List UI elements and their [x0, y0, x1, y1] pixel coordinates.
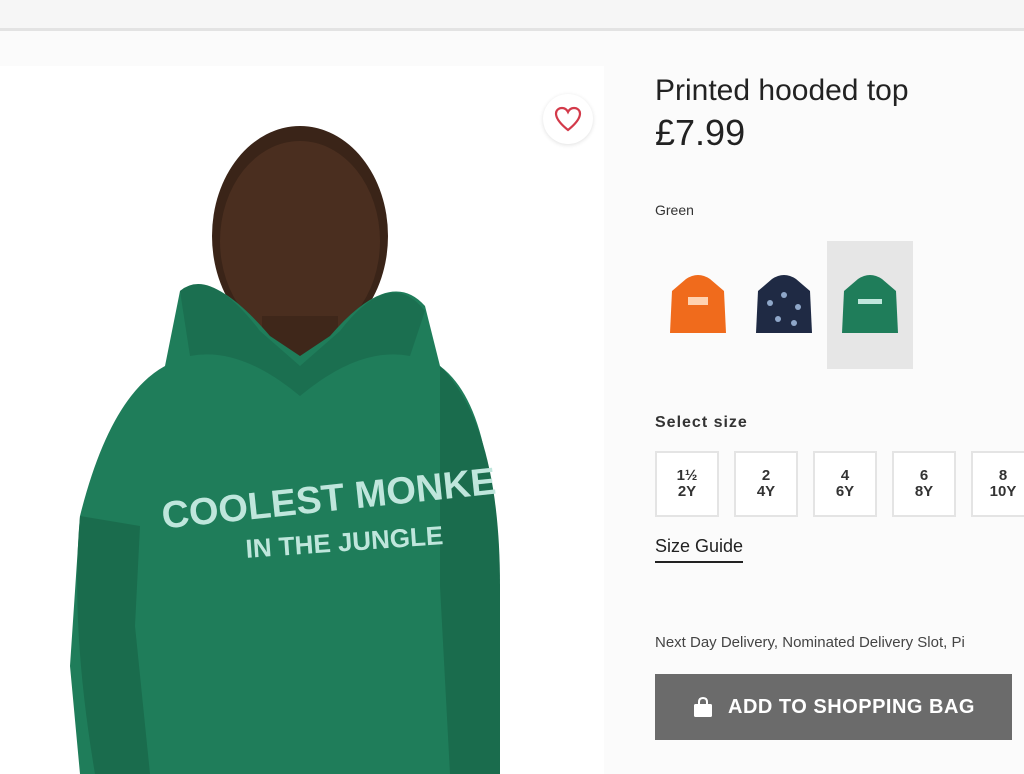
green-hoodie-thumbnail: [842, 275, 898, 333]
top-bar: [0, 0, 1024, 31]
size-top: 6: [919, 466, 929, 484]
size-option[interactable]: 1½ 2Y: [655, 451, 719, 517]
swatch-green[interactable]: [827, 241, 913, 369]
heart-icon: [554, 106, 582, 132]
size-option[interactable]: 2 4Y: [734, 451, 798, 517]
shopping-bag-icon: [692, 696, 714, 718]
size-bottom: 8Y: [914, 483, 934, 500]
product-title: Printed hooded top: [655, 74, 909, 107]
size-top: 2: [761, 466, 771, 484]
select-size-label: Select size: [655, 414, 748, 431]
size-top: 1½: [676, 466, 698, 484]
selected-color-label: Green: [655, 202, 694, 218]
size-bottom: 6Y: [835, 483, 855, 500]
wishlist-button[interactable]: [543, 94, 593, 144]
size-option[interactable]: 8 10Y: [971, 451, 1024, 517]
size-bottom: 4Y: [756, 483, 776, 500]
product-price: £7.99: [655, 112, 746, 153]
add-to-bag-button[interactable]: ADD TO SHOPPING BAG: [655, 674, 1012, 740]
delivery-info: Next Day Delivery, Nominated Delivery Sl…: [655, 634, 965, 651]
add-to-bag-label: ADD TO SHOPPING BAG: [728, 695, 975, 718]
color-swatches: [655, 241, 913, 369]
size-top: 4: [840, 466, 850, 484]
size-bottom: 2Y: [677, 483, 697, 500]
product-photo: COOLEST MONKE IN THE JUNGLE: [0, 66, 604, 774]
size-top: 8: [998, 466, 1008, 484]
size-guide-link[interactable]: Size Guide: [655, 536, 744, 563]
model-image: COOLEST MONKE IN THE JUNGLE: [70, 126, 500, 774]
size-bottom: 10Y: [989, 483, 1017, 500]
orange-hoodie-thumbnail: [670, 275, 726, 333]
swatch-navy[interactable]: [741, 241, 827, 369]
size-option[interactable]: 6 8Y: [892, 451, 956, 517]
swatch-orange[interactable]: [655, 241, 741, 369]
size-options: 1½ 2Y 2 4Y 4 6Y 6 8Y 8 10Y: [655, 451, 1024, 517]
size-option[interactable]: 4 6Y: [813, 451, 877, 517]
navy-hoodie-thumbnail: [756, 275, 812, 333]
